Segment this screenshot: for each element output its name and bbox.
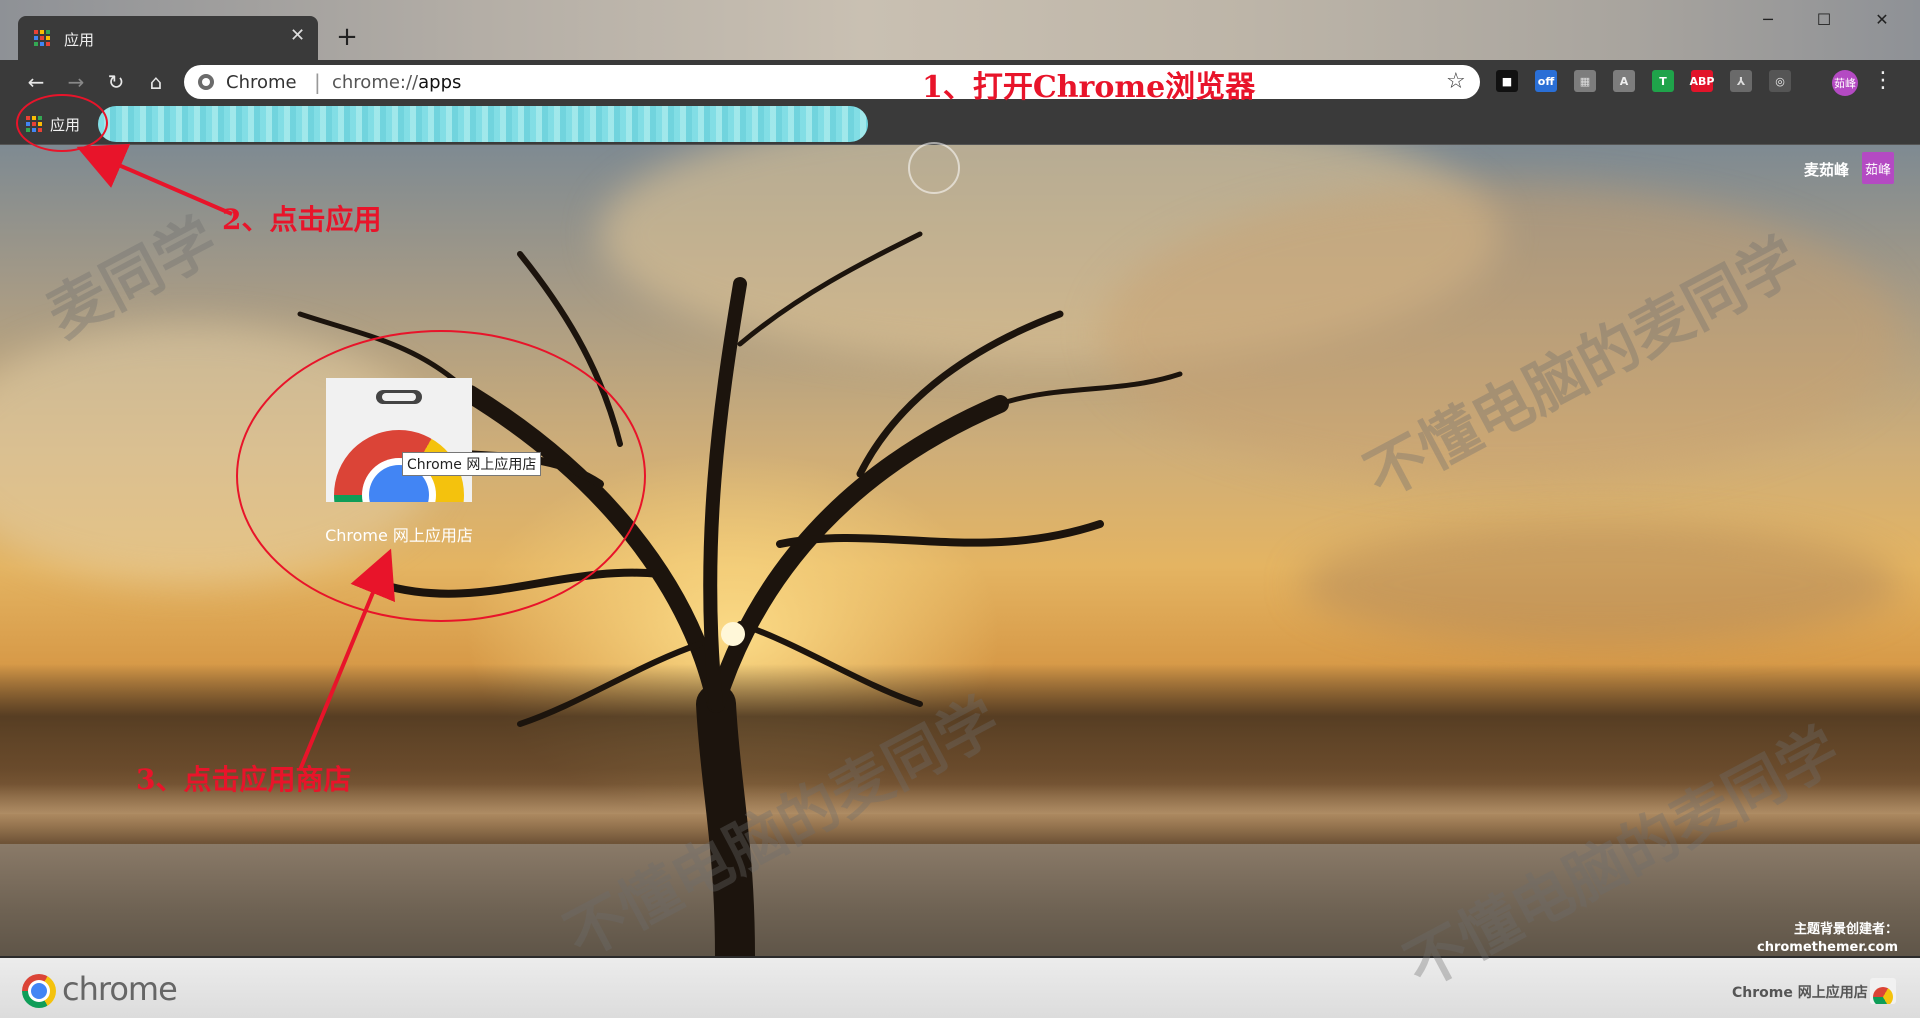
screen-capture-icon[interactable]: ■ bbox=[1496, 70, 1518, 92]
reload-button[interactable]: ↻ bbox=[102, 68, 130, 96]
tampermonkey-icon[interactable]: T bbox=[1652, 70, 1674, 92]
omnibox-separator: | bbox=[314, 70, 321, 94]
adblock-plus-icon[interactable]: ABP bbox=[1690, 70, 1714, 92]
webstore-link[interactable]: Chrome 网上应用店 bbox=[1732, 982, 1868, 1002]
reader-icon[interactable]: ▦ bbox=[1574, 70, 1596, 92]
user-avatar[interactable]: 茹峰 bbox=[1862, 152, 1894, 184]
annotation-circle-apps bbox=[16, 94, 108, 152]
theme-credit: 主题背景创建者： chromethemer.com bbox=[1750, 921, 1898, 957]
user-name[interactable]: 麦茹峰 bbox=[1804, 159, 1849, 180]
home-button[interactable]: ⌂ bbox=[142, 68, 170, 96]
omnibox-url[interactable]: chrome://apps bbox=[332, 72, 461, 93]
annotation-step3: 3、点击应用商店 bbox=[136, 763, 352, 796]
incognito-icon[interactable]: ◎ bbox=[1769, 70, 1791, 92]
annotation-circle-store bbox=[236, 330, 646, 622]
pdf-icon[interactable]: ⅄ bbox=[1730, 70, 1752, 92]
url-path: apps bbox=[418, 72, 462, 93]
apps-grid-icon bbox=[34, 30, 50, 46]
chrome-logo-icon bbox=[22, 974, 56, 1008]
webstore-icon[interactable] bbox=[1870, 978, 1896, 1004]
chrome-page-icon bbox=[198, 74, 214, 90]
loading-ring bbox=[908, 142, 960, 194]
forward-button[interactable]: → bbox=[62, 68, 90, 96]
bookmark-star-icon[interactable]: ☆ bbox=[1446, 69, 1466, 94]
minimize-button[interactable]: ─ bbox=[1745, 6, 1791, 34]
omnibox-chip-label: Chrome bbox=[226, 72, 297, 93]
bookmarks-bar: 应用 bbox=[0, 104, 1920, 145]
theme-credit-line1: 主题背景创建者： bbox=[1793, 922, 1898, 937]
title-bar: 应用 ✕ + ─ ☐ ✕ bbox=[0, 0, 1920, 60]
new-tab-button[interactable]: + bbox=[332, 22, 362, 52]
translate-icon[interactable]: A bbox=[1613, 70, 1635, 92]
annotation-step2: 2、点击应用 bbox=[222, 203, 382, 236]
back-button[interactable]: ← bbox=[22, 68, 50, 96]
profile-avatar-button[interactable]: 茹峰 bbox=[1832, 70, 1858, 96]
chrome-wordmark: chrome bbox=[62, 970, 178, 1008]
tab-apps[interactable]: 应用 ✕ bbox=[18, 16, 318, 60]
apps-footer: chrome Chrome 网上应用店 bbox=[0, 958, 1920, 1018]
annotation-step1: 1、打开Chrome浏览器 bbox=[922, 70, 1256, 105]
tab-title: 应用 bbox=[64, 31, 95, 49]
redacted-bookmarks bbox=[98, 106, 868, 142]
address-bar[interactable]: Chrome | chrome://apps ☆ bbox=[184, 65, 1480, 99]
menu-kebab-icon[interactable]: ⋮ bbox=[1872, 68, 1894, 93]
off-toggle-icon[interactable]: off bbox=[1535, 70, 1557, 92]
theme-credit-link[interactable]: chromethemer.com bbox=[1750, 939, 1898, 957]
maximize-button[interactable]: ☐ bbox=[1801, 6, 1847, 34]
close-window-button[interactable]: ✕ bbox=[1859, 6, 1905, 34]
tab-close-icon[interactable]: ✕ bbox=[290, 25, 305, 46]
url-prefix: chrome:// bbox=[332, 72, 419, 93]
